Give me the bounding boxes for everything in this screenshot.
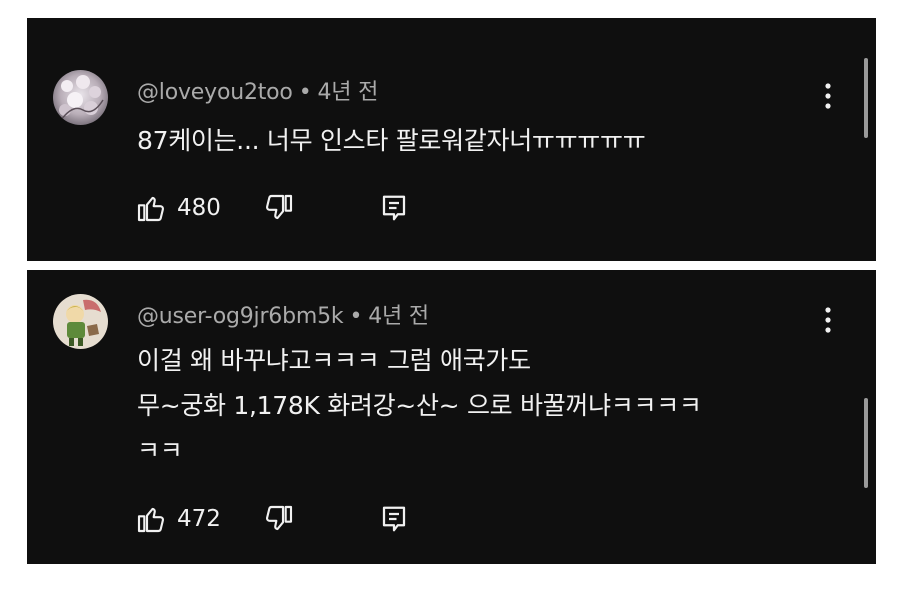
comment-text-line: 87케이는... 너무 인스타 팔로워같자너ㅠㅠㅠㅠㅠ: [137, 126, 646, 155]
comment-timestamp[interactable]: 4년 전: [317, 80, 378, 105]
scrollbar-thumb[interactable]: [864, 58, 868, 138]
reply-button[interactable]: [379, 501, 409, 537]
comment-timestamp[interactable]: 4년 전: [368, 304, 429, 329]
like-button[interactable]: 472: [135, 501, 221, 537]
thumbs-down-icon: [265, 194, 293, 220]
vertical-dots-icon: [825, 307, 831, 333]
thumbs-up-icon: [137, 196, 165, 222]
like-count: 472: [177, 506, 221, 532]
comment-text-line: 이걸 왜 바꾸냐고ㅋㅋㅋ 그럼 애국가도: [137, 346, 531, 375]
avatar[interactable]: [53, 70, 108, 125]
comment-body: 87케이는... 너무 인스타 팔로워같자너ㅠㅠㅠㅠㅠ: [137, 118, 797, 163]
thumbs-up-icon: [137, 507, 165, 533]
like-count: 480: [177, 195, 221, 221]
separator-dot: •: [298, 80, 312, 105]
cherry-blossom-avatar-icon: [53, 70, 108, 125]
more-options-button[interactable]: [820, 80, 836, 112]
dislike-button[interactable]: [263, 190, 295, 226]
dislike-button[interactable]: [263, 501, 295, 537]
comment-text-line: ㅋㅋ: [137, 436, 183, 465]
comment-username[interactable]: @loveyou2too: [137, 80, 293, 105]
vertical-dots-icon: [825, 83, 831, 109]
like-button[interactable]: 480: [135, 190, 221, 226]
more-options-button[interactable]: [820, 304, 836, 336]
scrollbar-thumb[interactable]: [864, 398, 868, 488]
comment-body: 이걸 왜 바꾸냐고ㅋㅋㅋ 그럼 애국가도 무~궁화 1,178K 화려강~산~ …: [137, 338, 797, 473]
comment-card: @user-og9jr6bm5k • 4년 전 이걸 왜 바꾸냐고ㅋㅋㅋ 그럼 애국…: [27, 270, 876, 564]
comment-username[interactable]: @user-og9jr6bm5k: [137, 304, 344, 329]
avatar[interactable]: [53, 294, 108, 349]
reply-comment-icon: [382, 195, 406, 221]
comment-card: @loveyou2too • 4년 전 87케이는... 너무 인스타 팔로워같자너…: [27, 18, 876, 261]
separator-dot: •: [349, 304, 363, 329]
comment-text-line: 무~궁화 1,178K 화려강~산~ 으로 바꿀꺼냐ㅋㅋㅋㅋ: [137, 391, 702, 420]
comment-actions: 472: [135, 501, 535, 537]
reply-button[interactable]: [379, 190, 409, 226]
cartoon-character-avatar-icon: [53, 294, 108, 349]
thumbs-down-icon: [265, 505, 293, 531]
reply-comment-icon: [382, 506, 406, 532]
comment-actions: 480: [135, 190, 535, 226]
comment-header: @user-og9jr6bm5k • 4년 전: [137, 298, 429, 330]
comment-header: @loveyou2too • 4년 전: [137, 74, 378, 106]
